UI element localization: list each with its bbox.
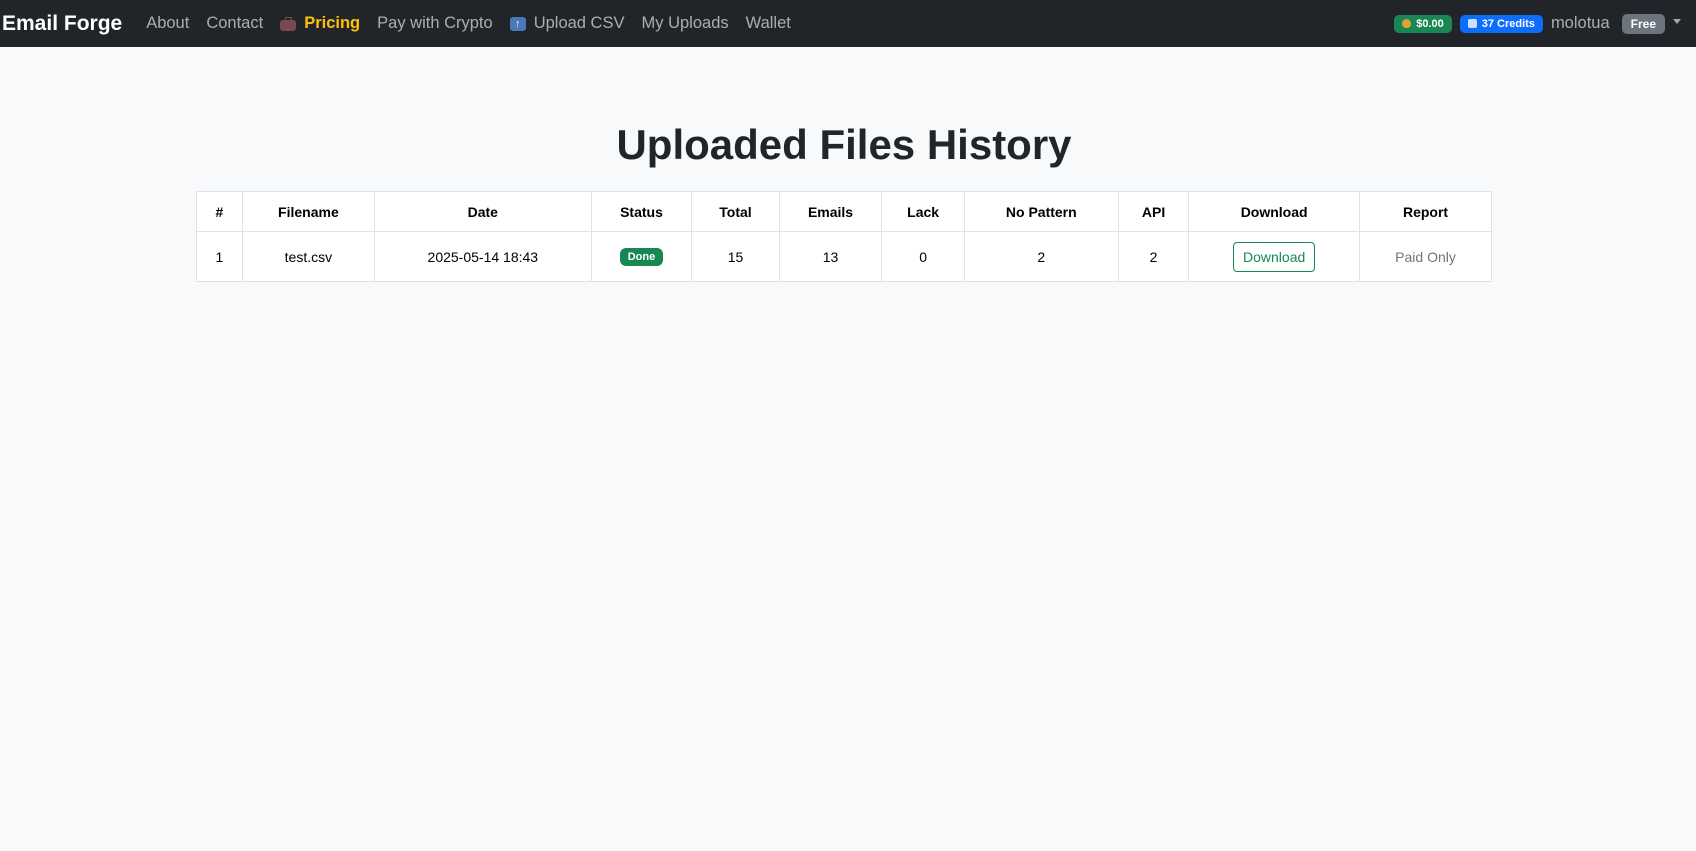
page-title: Uploaded Files History	[616, 121, 1072, 168]
plan-badge[interactable]: Free	[1621, 13, 1665, 34]
credit-card-icon	[1467, 19, 1477, 28]
table-row: 1 test.csv 2025-05-14 18:43 Done 15 13 0…	[196, 231, 1492, 282]
download-button[interactable]: Download	[1233, 241, 1316, 272]
header-api: API	[1117, 191, 1190, 232]
status-badge: Done	[619, 248, 664, 266]
header-emails: Emails	[778, 191, 883, 232]
chevron-down-icon[interactable]	[1673, 19, 1681, 24]
cell-api: 2	[1117, 231, 1190, 282]
top-navbar: Email Forge About Contact Pricing Pay wi…	[0, 0, 1696, 47]
header-download: Download	[1188, 191, 1361, 232]
cell-index: 1	[196, 231, 243, 282]
nav-pricing[interactable]: Pricing	[280, 14, 360, 33]
nav-about[interactable]: About	[146, 14, 189, 33]
upload-arrow-icon: ↑	[509, 16, 526, 31]
credits-value: 37 Credits	[1481, 17, 1535, 30]
header-status: Status	[590, 191, 693, 232]
cell-status: Done	[590, 231, 693, 282]
cell-date: 2025-05-14 18:43	[374, 231, 592, 282]
cell-total: 15	[691, 231, 780, 282]
header-no-pattern: No Pattern	[963, 191, 1119, 232]
nav-wallet[interactable]: Wallet	[746, 14, 791, 33]
title-wrap: Uploaded Files History	[196, 120, 1492, 170]
header-total: Total	[691, 191, 780, 232]
header-index: #	[196, 191, 243, 232]
cell-no-pattern: 2	[963, 231, 1119, 282]
header-report: Report	[1359, 191, 1492, 232]
user-area: $0.00 37 Credits molotua Free	[1394, 0, 1696, 47]
nav-contact[interactable]: Contact	[206, 14, 263, 33]
username[interactable]: molotua	[1551, 14, 1610, 33]
cell-report: Paid Only	[1359, 231, 1492, 282]
header-filename: Filename	[241, 191, 376, 232]
credits-badge: 37 Credits	[1459, 14, 1543, 33]
brand-logo[interactable]: Email Forge	[2, 12, 122, 36]
nav-my-uploads[interactable]: My Uploads	[642, 14, 729, 33]
cell-emails: 13	[778, 231, 883, 282]
header-date: Date	[374, 191, 592, 232]
balance-value: $0.00	[1416, 17, 1444, 30]
cell-filename: test.csv	[241, 231, 376, 282]
header-lack: Lack	[881, 191, 965, 232]
uploads-table: # Filename Date Status Total Emails Lack…	[196, 191, 1492, 282]
cell-download: Download	[1188, 231, 1361, 282]
table-header-row: # Filename Date Status Total Emails Lack…	[196, 191, 1492, 232]
nav-links: About Contact Pricing Pay with Crypto ↑ …	[146, 14, 808, 33]
nav-pay-with-crypto[interactable]: Pay with Crypto	[377, 14, 493, 33]
nav-upload-csv-label: Upload CSV	[533, 14, 625, 32]
nav-upload-csv[interactable]: ↑ Upload CSV	[509, 14, 625, 33]
money-bag-icon	[1402, 19, 1412, 28]
cell-lack: 0	[881, 231, 965, 282]
briefcase-icon	[280, 16, 297, 31]
balance-badge: $0.00	[1394, 14, 1452, 33]
nav-pricing-label: Pricing	[304, 14, 361, 32]
